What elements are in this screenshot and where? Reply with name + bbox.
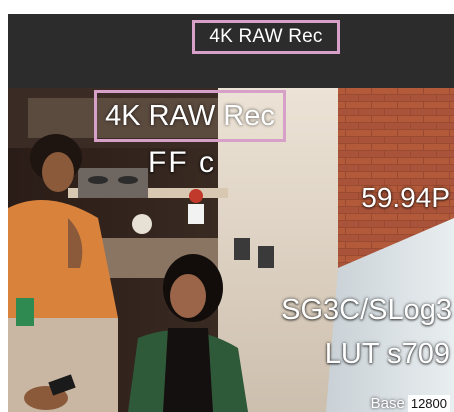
iso-base-label: Base [370, 395, 405, 412]
frame-rate-label: 59.94P [361, 182, 450, 213]
rec-format-highlight-box: 4K RAW Rec [94, 90, 286, 142]
lut-label: LUT s709 [324, 338, 450, 370]
camera-screen: 4K RAW Rec 4K RAW Rec FF c 59.94P SG3C/S… [8, 14, 454, 412]
iso-indicator: Base 12800 [371, 395, 450, 412]
iso-value-badge: 12800 [407, 395, 450, 412]
sensor-mode-label: FF c [148, 146, 216, 179]
gamma-label: SG3C/SLog3 [281, 294, 452, 326]
recording-format-indicator: 4K RAW Rec [192, 20, 340, 54]
recording-format-label: 4K RAW Rec [209, 26, 323, 47]
viewfinder-image: 4K RAW Rec FF c 59.94P SG3C/SLog3 LUT s7… [8, 88, 454, 412]
rec-format-text: 4K RAW Rec [105, 99, 275, 132]
top-status-bar: 4K RAW Rec [8, 14, 454, 88]
